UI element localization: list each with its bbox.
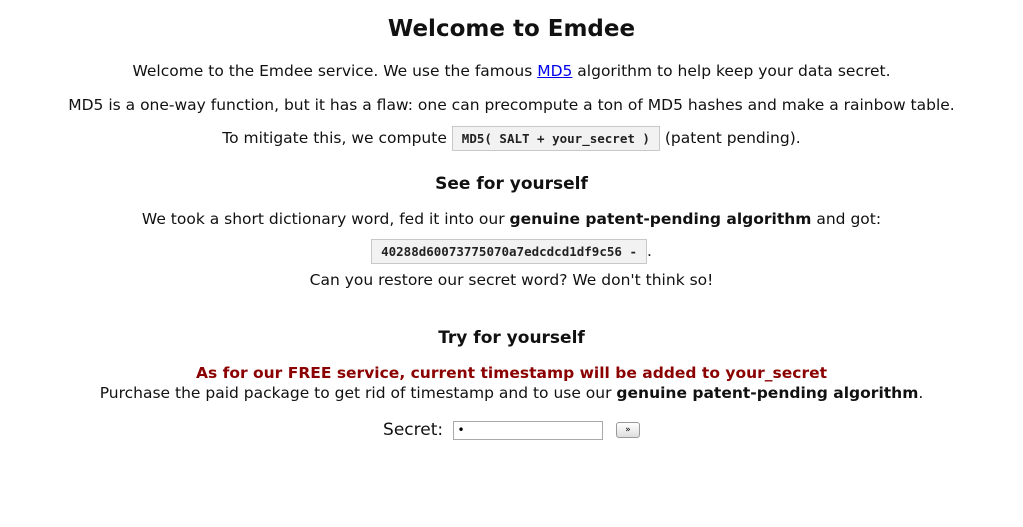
hash-suffix: . (646, 242, 652, 260)
secret-form: Secret: » (18, 417, 1006, 443)
see-description-end: and got: (811, 210, 882, 228)
purchase-note: Purchase the paid package to get rid of … (18, 383, 1006, 404)
purchase-note-bold: genuine patent-pending algorithm (616, 384, 919, 402)
intro-line-1-end: algorithm to help keep your data secret. (572, 62, 891, 80)
see-heading: See for yourself (435, 174, 588, 194)
submit-button[interactable]: » (615, 422, 640, 438)
intro-line-1-start: Welcome to the Emdee service. We use the… (132, 62, 538, 80)
secret-label: Secret: (383, 420, 444, 440)
see-description-bold: genuine patent-pending algorithm (509, 210, 812, 228)
page-title: Welcome to Emdee (387, 16, 636, 42)
intro-line-2: MD5 is a one-way function, but it has a … (68, 96, 955, 114)
see-description: We took a short dictionary word, fed it … (18, 209, 1006, 229)
intro-line-3: To mitigate this, we compute MD5( SALT +… (18, 125, 1006, 151)
free-service-warning: As for our FREE service, current timesta… (195, 364, 828, 382)
page-content: Welcome to Emdee Welcome to the Emdee se… (18, 0, 1006, 443)
purchase-note-start: Purchase the paid package to get rid of … (99, 384, 617, 402)
intro-line-3-start: To mitigate this, we compute (222, 129, 452, 147)
intro-line-1: Welcome to the Emdee service. We use the… (18, 61, 1006, 81)
try-heading: Try for yourself (438, 328, 585, 348)
intro-line-3-end: (patent pending). (659, 129, 801, 147)
md5-link[interactable]: MD5 (537, 62, 572, 80)
restore-question: Can you restore our secret word? We don'… (309, 271, 714, 289)
hash-code: 40288d60073775070a7edcdcd1df9c56 - (371, 239, 647, 264)
secret-input[interactable] (452, 420, 603, 440)
purchase-note-end: . (918, 384, 924, 402)
formula-code: MD5( SALT + your_secret ) (451, 126, 660, 151)
see-description-start: We took a short dictionary word, fed it … (141, 210, 510, 228)
hash-line: 40288d60073775070a7edcdcd1df9c56 -. (18, 238, 1006, 264)
